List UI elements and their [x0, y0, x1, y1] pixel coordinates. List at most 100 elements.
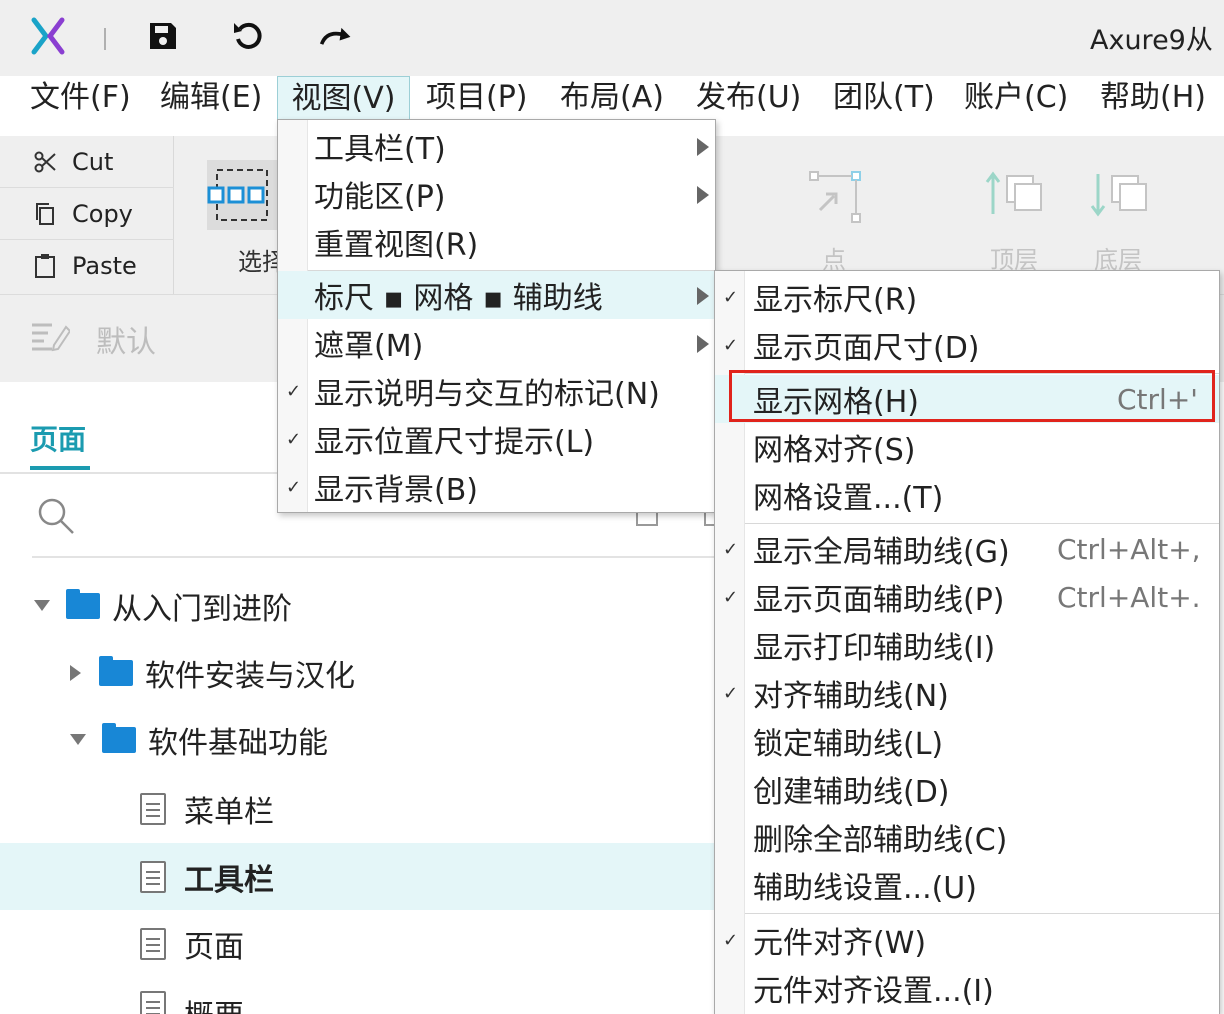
menu-publish[interactable]: 发布(U) — [690, 76, 807, 120]
tree-page-row[interactable]: 页面 — [0, 910, 720, 977]
paste-button[interactable]: Paste — [0, 240, 174, 292]
menu-team[interactable]: 团队(T) — [827, 76, 941, 120]
tab-pages[interactable]: 页面 — [30, 418, 86, 458]
caret-down-icon[interactable] — [34, 600, 50, 611]
tree-label: 页面 — [184, 929, 244, 965]
page-icon — [140, 792, 166, 825]
menu-edit[interactable]: 编辑(E) — [154, 76, 268, 120]
undo-icon[interactable] — [230, 16, 266, 56]
menu-separator — [745, 913, 1219, 914]
view-menu-ribbon[interactable]: 功能区(P) — [278, 170, 715, 218]
shortcut-label: Ctrl+Alt+. — [1057, 580, 1201, 614]
view-menu-show-background[interactable]: ✓ 显示背景(B) — [278, 463, 715, 511]
tree-label: 软件基础功能 — [148, 725, 328, 761]
check-icon: ✓ — [723, 538, 739, 560]
submenu-lock-guides[interactable]: 锁定辅助线(L) — [715, 717, 1219, 765]
view-menu-dropdown: 工具栏(T) 功能区(P) 重置视图(R) 标尺 ▪ 网格 ▪ 辅助线 遮罩(M… — [277, 119, 716, 513]
tree-page-row-selected[interactable]: 工具栏 — [0, 843, 720, 910]
point-tool-icon — [808, 170, 862, 230]
folder-icon — [99, 655, 133, 686]
submenu-snap-to-grid[interactable]: 网格对齐(S) — [715, 423, 1219, 471]
tree-page-row[interactable]: 概要 — [0, 977, 720, 1014]
tree-folder-row[interactable]: 软件安装与汉化 — [0, 639, 720, 706]
tree-page-row[interactable]: 菜单栏 — [0, 775, 720, 842]
menu-file[interactable]: 文件(F) — [24, 76, 137, 120]
view-menu-ruler-grid-guides[interactable]: 标尺 ▪ 网格 ▪ 辅助线 — [278, 271, 715, 319]
search-icon[interactable] — [36, 496, 76, 540]
send-to-back-icon — [1090, 170, 1150, 224]
check-icon: ✓ — [723, 929, 739, 951]
menu-separator — [745, 523, 1219, 524]
copy-icon — [30, 201, 60, 227]
view-menu-reset-view[interactable]: 重置视图(R) — [278, 218, 715, 266]
check-icon: ✓ — [723, 682, 739, 704]
app-title: Axure9从 — [1090, 25, 1213, 56]
paste-label: Paste — [72, 252, 137, 280]
tab-pages-underline — [30, 466, 90, 470]
submenu-show-rulers[interactable]: ✓ 显示标尺(R) — [715, 273, 1219, 321]
submenu-grid-settings[interactable]: 网格设置...(T) — [715, 471, 1219, 519]
view-menu-masks[interactable]: 遮罩(M) — [278, 319, 715, 367]
submenu-arrow-icon — [697, 287, 709, 305]
check-icon: ✓ — [723, 286, 739, 308]
cut-button[interactable]: Cut — [0, 136, 174, 188]
submenu-widget-snap-settings[interactable]: 元件对齐设置...(I) — [715, 964, 1219, 1012]
page-icon — [140, 860, 166, 893]
cut-label: Cut — [72, 147, 114, 176]
shortcut-label: Ctrl+Alt+, — [1057, 532, 1201, 566]
copy-label: Copy — [72, 199, 133, 228]
search-underline — [32, 556, 722, 558]
menu-view[interactable]: 视图(V) — [277, 76, 410, 120]
title-separator — [104, 28, 106, 50]
check-icon: ✓ — [723, 586, 739, 608]
scissors-icon — [30, 150, 60, 174]
menu-account[interactable]: 账户(C) — [958, 76, 1074, 120]
tree-folder-row[interactable]: 从入门到进阶 — [0, 572, 720, 639]
check-icon: ✓ — [286, 380, 302, 402]
page-icon — [140, 927, 166, 960]
submenu-arrow-icon — [697, 186, 709, 204]
redo-icon[interactable] — [318, 16, 354, 56]
view-menu-show-size-hints[interactable]: ✓ 显示位置尺寸提示(L) — [278, 415, 715, 463]
style-edit-icon[interactable] — [30, 319, 72, 359]
submenu-arrow-icon — [697, 335, 709, 353]
tree-label: 菜单栏 — [184, 794, 274, 830]
folder-icon — [66, 588, 100, 619]
submenu-guide-settings[interactable]: 辅助线设置...(U) — [715, 861, 1219, 909]
copy-button[interactable]: Copy — [0, 188, 174, 240]
annotation-highlight-box — [729, 370, 1215, 422]
submenu-snap-to-guides[interactable]: ✓ 对齐辅助线(N) — [715, 669, 1219, 717]
submenu-arrow-icon — [697, 138, 709, 156]
tree-label: 软件安装与汉化 — [145, 658, 355, 694]
axure-logo-icon[interactable] — [30, 16, 66, 56]
title-bar: Axure9从 — [0, 0, 1224, 76]
submenu-snap-to-widgets[interactable]: ✓ 元件对齐(W) — [715, 916, 1219, 964]
menu-arrange[interactable]: 布局(A) — [554, 76, 670, 120]
select-mode-button[interactable] — [207, 160, 277, 230]
submenu-delete-all-guides[interactable]: 删除全部辅助线(C) — [715, 813, 1219, 861]
view-menu-toolbars[interactable]: 工具栏(T) — [278, 122, 715, 170]
folder-icon — [102, 722, 136, 753]
save-icon[interactable] — [145, 16, 181, 56]
clipboard-icon — [30, 253, 60, 279]
clipboard-group: Cut Copy Paste — [0, 136, 174, 294]
view-menu-show-notes-markers[interactable]: ✓ 显示说明与交互的标记(N) — [278, 367, 715, 415]
submenu-show-print-guides[interactable]: 显示打印辅助线(I) — [715, 621, 1219, 669]
check-icon: ✓ — [286, 476, 302, 498]
tree-label: 概要 — [184, 991, 244, 1014]
menu-project[interactable]: 项目(P) — [420, 76, 534, 120]
tree-label: 工具栏 — [184, 862, 274, 898]
select-region-icon — [207, 169, 268, 221]
submenu-create-guides[interactable]: 创建辅助线(D) — [715, 765, 1219, 813]
menu-help[interactable]: 帮助(H) — [1094, 76, 1212, 120]
submenu-show-global-guides[interactable]: ✓ 显示全局辅助线(G) Ctrl+Alt+, — [715, 525, 1219, 573]
tree-folder-row[interactable]: 软件基础功能 — [0, 706, 720, 773]
tree-label: 从入门到进阶 — [112, 591, 292, 627]
page-icon — [140, 991, 166, 1014]
check-icon: ✓ — [723, 334, 739, 356]
submenu-show-page-guides[interactable]: ✓ 显示页面辅助线(P) Ctrl+Alt+. — [715, 573, 1219, 621]
submenu-show-page-size[interactable]: ✓ 显示页面尺寸(D) — [715, 321, 1219, 369]
caret-down-icon[interactable] — [70, 734, 86, 745]
check-icon: ✓ — [286, 428, 302, 450]
caret-right-icon[interactable] — [70, 664, 81, 681]
